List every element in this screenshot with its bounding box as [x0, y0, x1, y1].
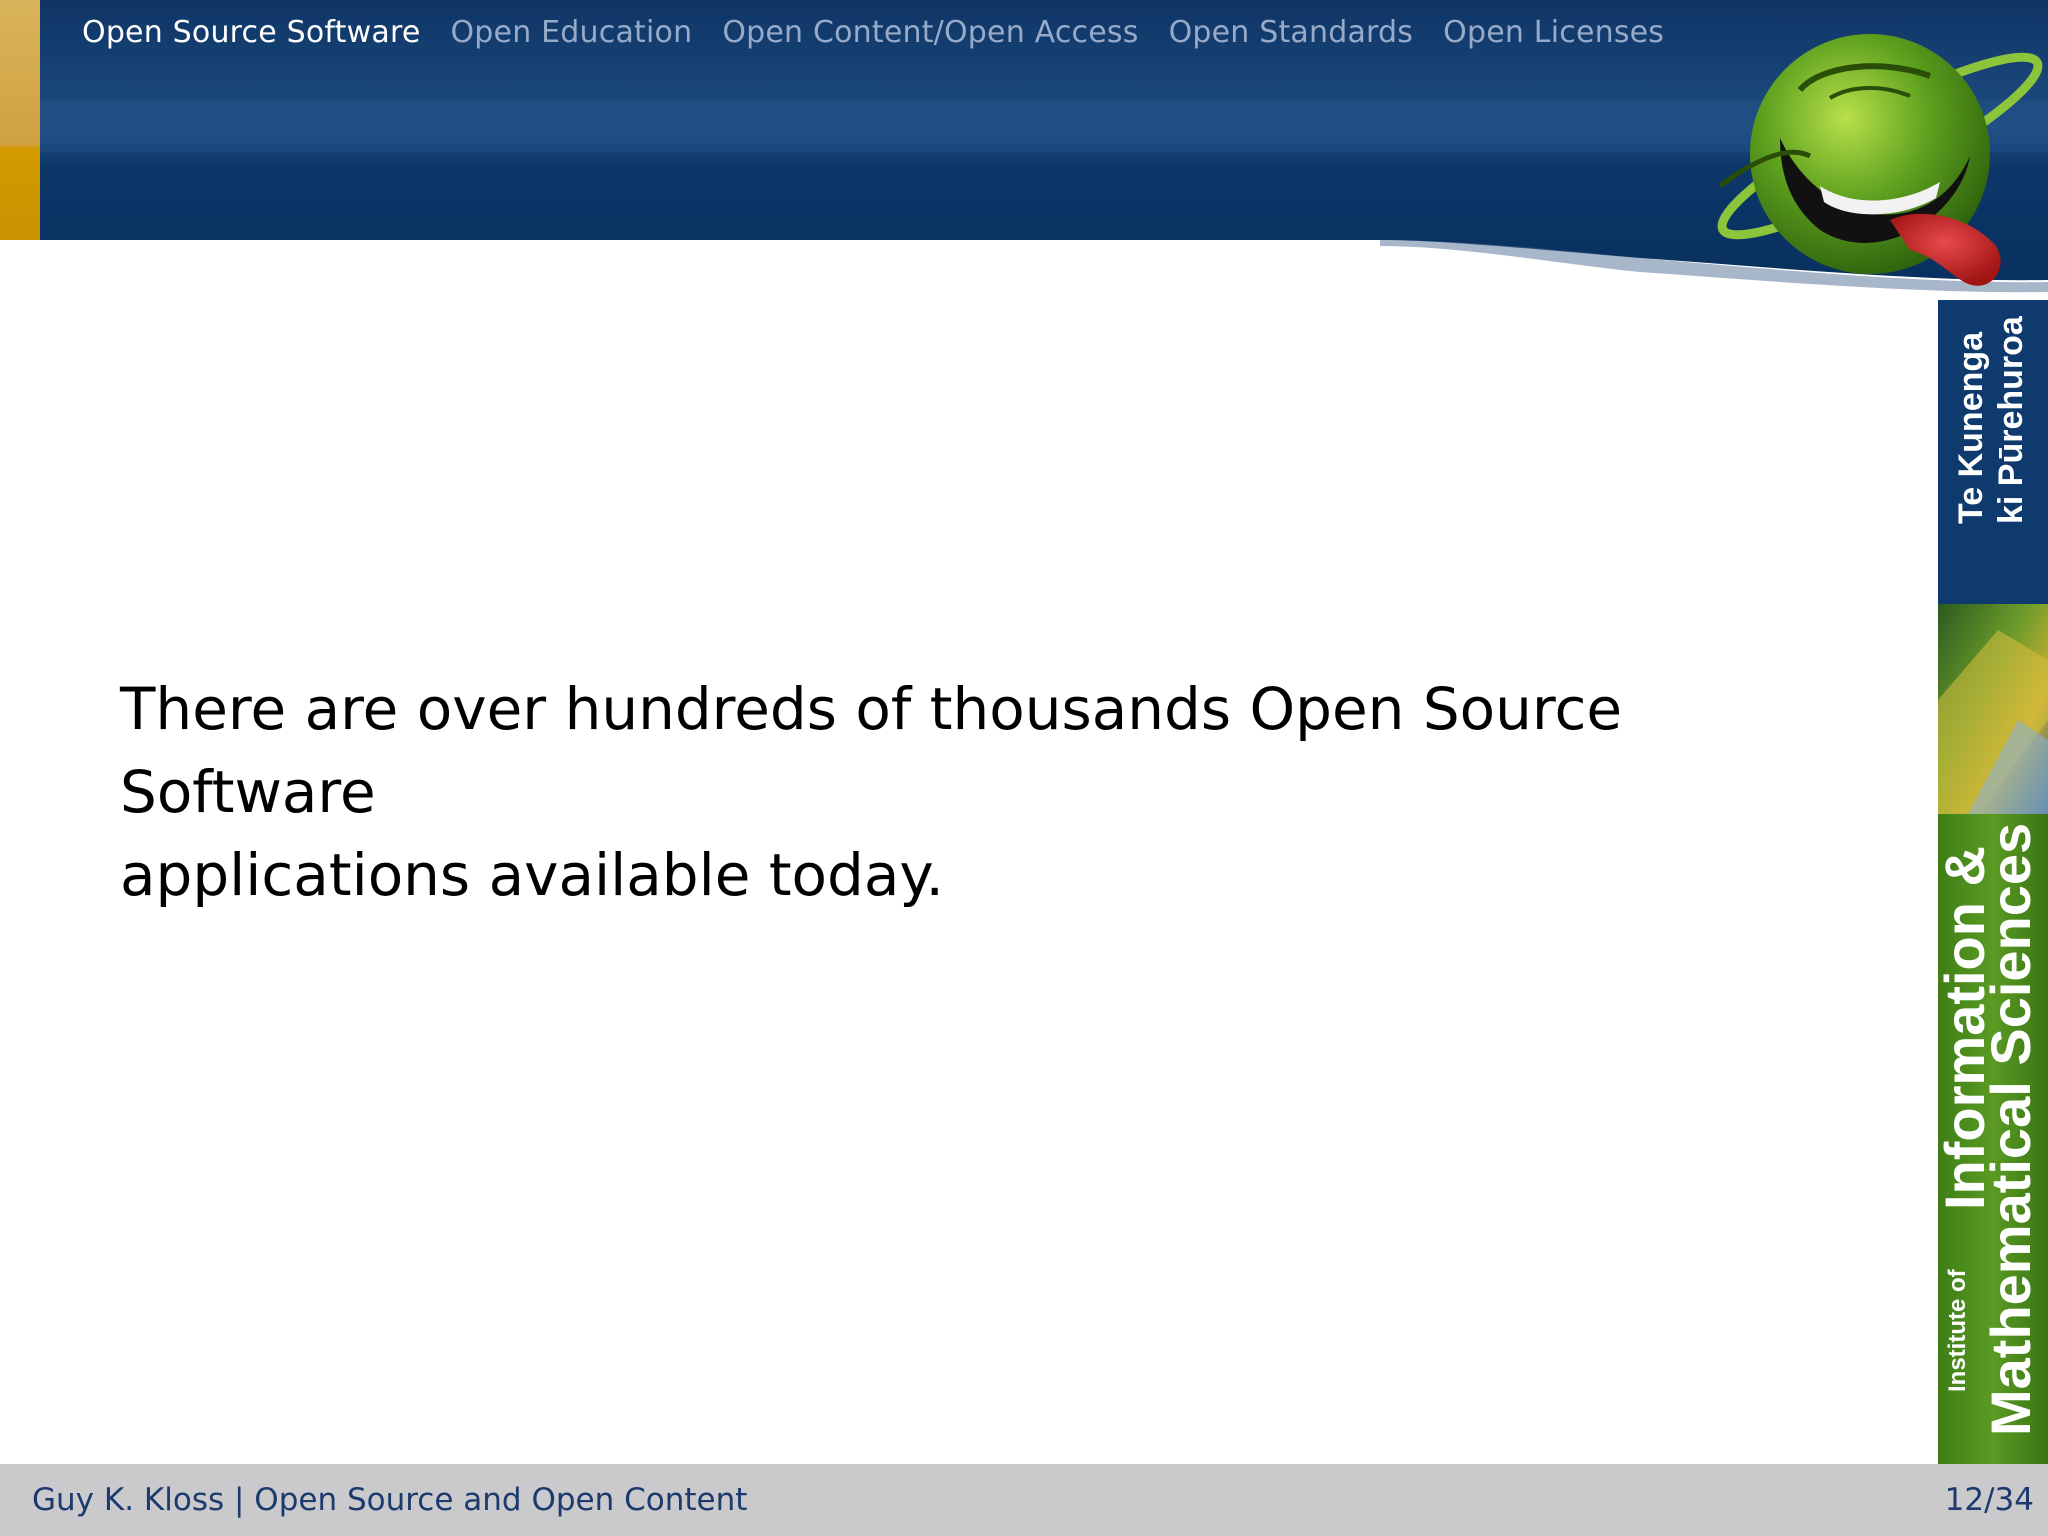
footer-author: Guy K. Kloss — [32, 1482, 225, 1518]
institute-name-line2: Mathematical Sciences — [1979, 822, 2042, 1436]
slide-body-text: There are over hundreds of thousands Ope… — [120, 668, 1860, 917]
nav-item-open-education[interactable]: Open Education — [450, 15, 692, 50]
footer-separator: | — [233, 1482, 245, 1518]
section-navigation: Open Source Software Open Education Open… — [82, 8, 1664, 56]
institute-prefix: Institute of — [1944, 1269, 1971, 1392]
nav-item-open-source-software[interactable]: Open Source Software — [82, 15, 420, 50]
nav-item-open-standards[interactable]: Open Standards — [1169, 15, 1414, 50]
footer-credits: Guy K. Kloss | Open Source and Open Cont… — [32, 1464, 747, 1536]
body-text-line2: applications available today. — [120, 841, 944, 909]
footer-presentation-title: Open Source and Open Content — [254, 1482, 748, 1518]
page-number: 12/34 — [1944, 1482, 2034, 1518]
nav-item-open-licenses[interactable]: Open Licenses — [1443, 15, 1664, 50]
institute-banner: Te Kunenga ki Pūrehuroa Institute of Inf… — [1933, 300, 2048, 1464]
maori-name-line1: Te Kunenga — [1952, 331, 1990, 524]
footer-bar: Guy K. Kloss | Open Source and Open Cont… — [0, 1464, 2048, 1536]
maori-name-line2: ki Pūrehuroa — [1992, 316, 2030, 524]
body-text-line1: There are over hundreds of thousands Ope… — [120, 675, 1623, 826]
nav-item-open-content-open-access[interactable]: Open Content/Open Access — [722, 15, 1138, 50]
slide: Open Source Software Open Education Open… — [0, 0, 2048, 1536]
green-alien-tongue-icon — [1717, 34, 2043, 286]
